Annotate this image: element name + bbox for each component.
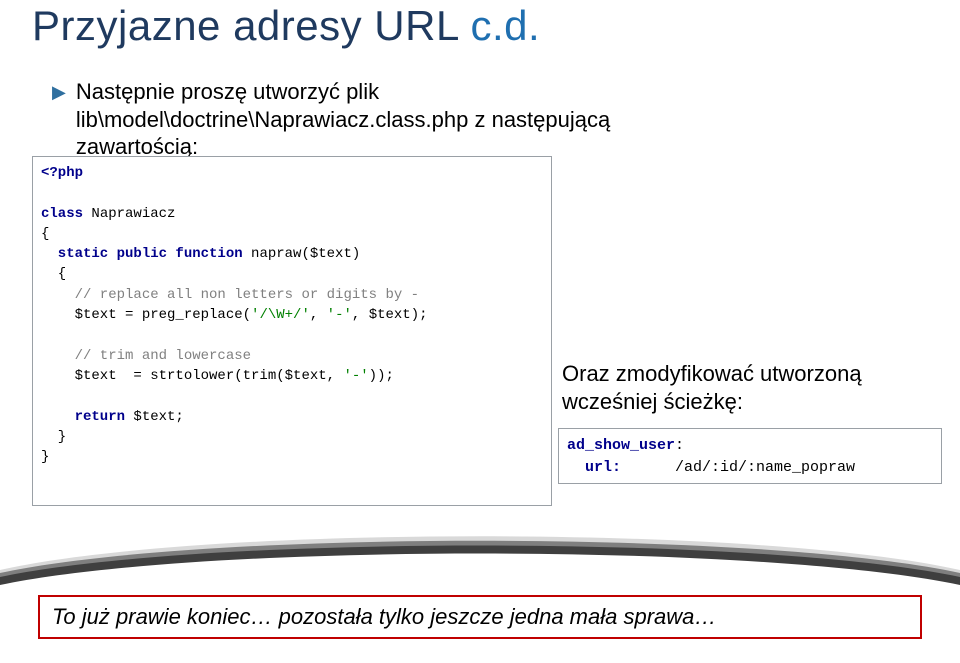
code-block-yaml: ad_show_user: url: /ad/:id/:name_popraw xyxy=(558,428,942,484)
decorative-swoosh xyxy=(0,515,960,585)
slide-title: Przyjazne adresy URL c.d. xyxy=(32,2,540,50)
title-main: Przyjazne adresy URL xyxy=(32,2,470,49)
code-block-php: <?php class Naprawiacz { static public f… xyxy=(32,156,552,506)
bullet-item: ▶ Następnie proszę utworzyć plik lib\mod… xyxy=(52,78,610,161)
callout-box: To już prawie koniec… pozostała tylko je… xyxy=(38,595,922,639)
intro-text-2: Oraz zmodyfikować utworzoną wcześniej śc… xyxy=(562,360,942,415)
bullet-text: Następnie proszę utworzyć plik lib\model… xyxy=(76,78,610,161)
bullet-marker-icon: ▶ xyxy=(52,82,66,103)
callout-text: To już prawie koniec… pozostała tylko je… xyxy=(52,604,716,630)
title-suffix: c.d. xyxy=(470,2,540,49)
